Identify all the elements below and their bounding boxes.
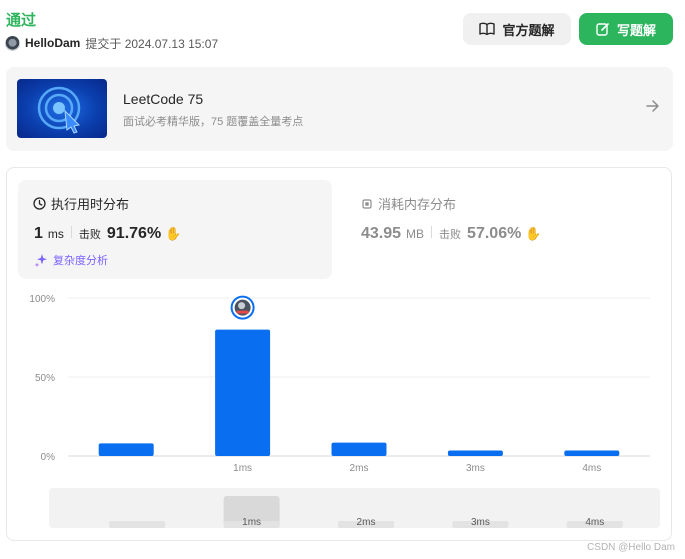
runtime-beat-label: 击败 (78, 229, 101, 241)
runtime-unit: ms (47, 227, 64, 241)
user-avatar[interactable] (5, 35, 20, 51)
chart-bar[interactable] (98, 443, 154, 456)
minimap-label: 4ms (585, 517, 604, 528)
watermark: CSDN @Hello Dam (587, 542, 675, 553)
study-plan-subtitle: 面试必考精华版，75 题覆盖全量考点 (123, 116, 304, 128)
clap-icon: ✋ (525, 226, 542, 241)
complexity-analysis-label: 复杂度分析 (53, 255, 108, 267)
chip-icon (362, 198, 372, 209)
memory-panel[interactable]: 消耗内存分布 43.95 MB 击败 57.06% ✋ (361, 180, 661, 279)
arrow-right-icon[interactable] (646, 99, 660, 113)
clock-icon (33, 197, 46, 210)
chart-minimap[interactable]: 1ms 2ms 3ms 4ms (49, 488, 660, 528)
official-solution-button[interactable]: 官方题解 (463, 13, 571, 45)
minimap-chart[interactable]: 1ms 2ms 3ms 4ms (49, 488, 660, 528)
complexity-analysis-link[interactable]: 复杂度分析 (34, 252, 108, 268)
submitter-info: HelloDam 提交于 2024.07.13 15:07 (5, 34, 218, 52)
clap-icon: ✋ (165, 226, 182, 241)
y-tick-label: 100% (29, 294, 55, 305)
runtime-panel[interactable]: 执行用时分布 1 ms 击败 91.76% ✋ 复杂度分析 (18, 180, 332, 279)
divider (431, 226, 433, 238)
minimap-label: 1ms (242, 517, 261, 528)
write-solution-button[interactable]: 写题解 (579, 13, 673, 45)
minimap-label: 3ms (471, 517, 490, 528)
runtime-distribution-chart[interactable]: 0% 50% 100% 1ms 2ms 3ms 4ms (18, 290, 658, 490)
chart-bar[interactable] (215, 329, 271, 456)
memory-beat-value: 57.06% (467, 225, 522, 242)
y-tick-label: 50% (35, 373, 55, 384)
runtime-value: 1 (34, 225, 43, 242)
memory-value: 43.95 (361, 225, 402, 242)
chart-bar[interactable] (564, 450, 620, 456)
divider (70, 226, 72, 238)
runtime-heading-label: 执行用时分布 (51, 197, 130, 212)
marker-avatar-detail (236, 310, 249, 314)
runtime-metric: 1 ms 击败 91.76% ✋ (34, 225, 181, 243)
study-plan-image (17, 79, 107, 138)
sparkle-icon (34, 254, 47, 267)
x-tick-label: 4ms (582, 463, 601, 474)
target-cursor-icon (37, 86, 81, 134)
write-solution-label: 写题解 (616, 22, 656, 38)
x-tick-label: 3ms (466, 463, 485, 474)
study-plan-title: LeetCode 75 (123, 91, 204, 107)
y-tick-label: 0% (41, 452, 56, 463)
x-tick-label: 1ms (233, 463, 252, 474)
chart-bar[interactable] (331, 442, 387, 456)
username[interactable]: HelloDam (25, 36, 80, 50)
marker-avatar-highlight (238, 302, 246, 310)
minimap-label: 2ms (357, 517, 376, 528)
memory-beat-label: 击败 (439, 229, 462, 241)
chart-bar[interactable] (447, 450, 503, 456)
edit-icon (596, 23, 609, 36)
runtime-heading: 执行用时分布 (33, 194, 129, 213)
memory-heading: 消耗内存分布 (361, 194, 456, 213)
memory-heading-label: 消耗内存分布 (378, 197, 457, 212)
memory-metric: 43.95 MB 击败 57.06% ✋ (361, 225, 542, 243)
book-icon (479, 22, 496, 36)
submission-status: 通过 (6, 12, 37, 29)
study-plan-banner[interactable]: LeetCode 75 面试必考精华版，75 题覆盖全量考点 (6, 67, 673, 151)
runtime-beat-value: 91.76% (106, 225, 162, 242)
official-solution-label: 官方题解 (502, 22, 555, 38)
x-tick-label: 2ms (350, 463, 369, 474)
memory-unit: MB (406, 227, 425, 241)
current-submission-avatar-marker (230, 295, 255, 320)
submitted-time: 提交于 2024.07.13 15:07 (85, 36, 219, 51)
minimap-bar (109, 521, 166, 528)
